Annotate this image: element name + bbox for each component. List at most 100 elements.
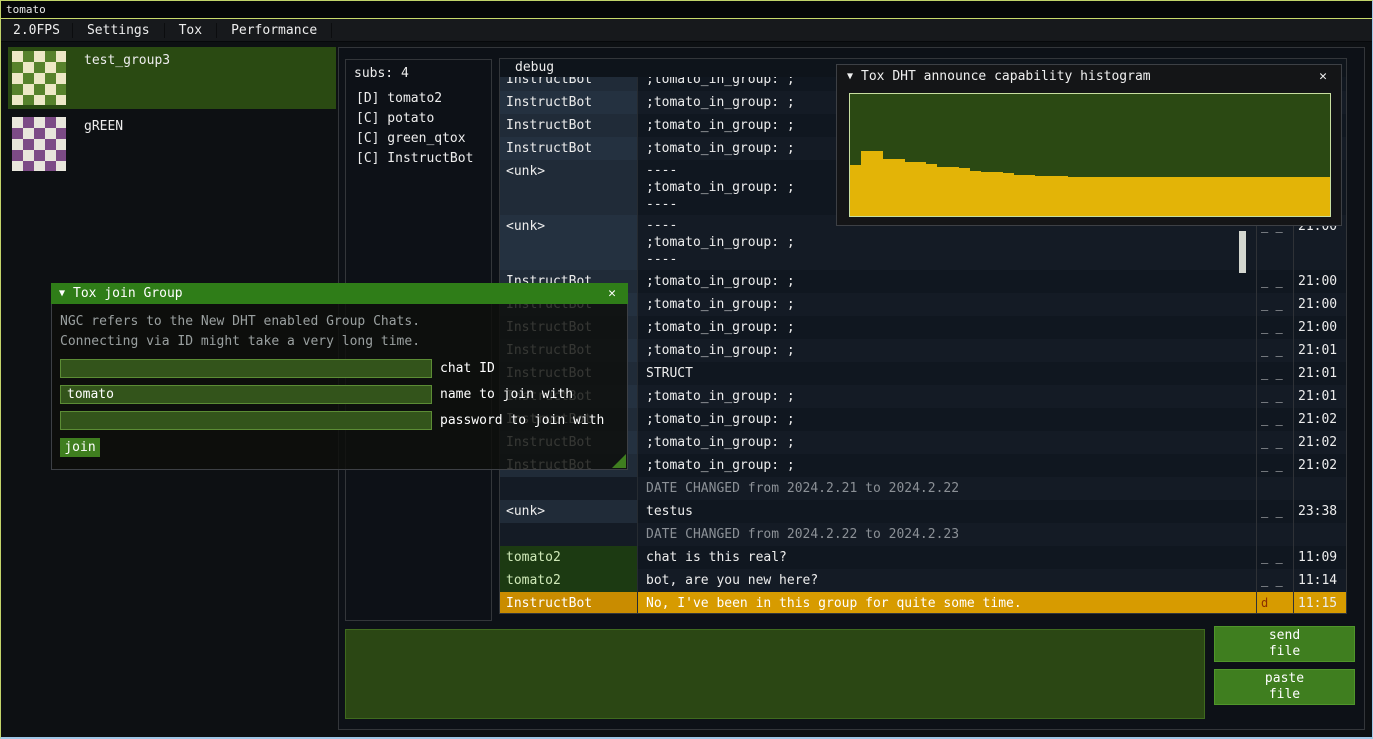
chat-message-time: 21:00 <box>1293 270 1346 293</box>
chat-message-text: ;tomato_in_group: ; <box>637 385 1256 408</box>
menu-item-tox[interactable]: Tox <box>165 23 217 38</box>
chat-message-time <box>1293 523 1346 546</box>
chat-id-label: chat ID <box>440 361 495 376</box>
histogram-bar <box>992 172 1003 216</box>
member-item[interactable]: [D] tomato2 <box>346 89 491 109</box>
member-item[interactable]: [C] InstructBot <box>346 149 491 169</box>
histogram-bar <box>1297 177 1308 216</box>
message-input[interactable] <box>345 629 1205 719</box>
histogram-bar <box>926 164 937 216</box>
chat-message-text: chat is this real? <box>637 546 1256 569</box>
chat-row[interactable]: DATE CHANGED from 2024.2.22 to 2024.2.23 <box>500 523 1346 546</box>
histogram-bar <box>1221 177 1232 216</box>
chat-row[interactable]: tomato2 bot, are you new here? _ _ 11:14 <box>500 569 1346 592</box>
join-password-label: password to join with <box>440 413 604 428</box>
chat-row[interactable]: DATE CHANGED from 2024.2.21 to 2024.2.22 <box>500 477 1346 500</box>
window-titlebar[interactable]: tomato <box>1 1 1372 19</box>
chat-message-status: _ _ <box>1256 431 1293 454</box>
chat-message-text: bot, are you new here? <box>637 569 1256 592</box>
dht-histogram-title: Tox DHT announce capability histogram <box>861 69 1151 84</box>
chat-message-status: _ _ <box>1256 270 1293 293</box>
chat-row[interactable]: tomato2 chat is this real? _ _ 11:09 <box>500 546 1346 569</box>
histogram-bar <box>1014 175 1025 216</box>
join-group-title: Tox join Group <box>73 286 183 301</box>
collapse-icon[interactable]: ▼ <box>59 288 65 299</box>
histogram-bar <box>1155 177 1166 216</box>
histogram-bar <box>1057 176 1068 216</box>
histogram-bar <box>1046 176 1057 216</box>
chat-message-status: _ _ <box>1256 454 1293 477</box>
chat-message-time: 21:00 <box>1293 293 1346 316</box>
member-item[interactable]: [C] green_qtox <box>346 129 491 149</box>
chat-message-status: d <box>1256 592 1293 614</box>
histogram-bar <box>1068 177 1079 216</box>
group-item-gREEN[interactable]: gREEN <box>8 113 336 175</box>
histogram-bar <box>1254 177 1265 216</box>
histogram-bar <box>1199 177 1210 216</box>
chat-message-time: 21:02 <box>1293 408 1346 431</box>
menu-item-performance[interactable]: Performance <box>217 23 332 38</box>
group-item-test_group3[interactable]: test_group3 <box>8 47 336 109</box>
histogram-bar <box>1188 177 1199 216</box>
subs-count-label: subs: 4 <box>346 60 491 89</box>
resize-grip-icon[interactable] <box>612 454 626 468</box>
histogram-bar <box>883 159 894 216</box>
histogram-bar <box>937 167 948 216</box>
chat-row[interactable]: <unk> testus _ _ 23:38 <box>500 500 1346 523</box>
close-icon[interactable]: ✕ <box>604 286 620 301</box>
histogram-bar <box>981 172 992 216</box>
chat-scrollbar-thumb[interactable] <box>1239 231 1246 273</box>
chat-message-status: _ _ <box>1256 316 1293 339</box>
close-icon[interactable]: ✕ <box>1315 69 1331 84</box>
fps-counter: 2.0FPS <box>1 23 73 38</box>
histogram-bar <box>948 167 959 216</box>
chat-message-time: 21:01 <box>1293 339 1346 362</box>
join-group-titlebar[interactable]: ▼ Tox join Group ✕ <box>51 283 628 304</box>
menu-item-settings[interactable]: Settings <box>73 23 165 38</box>
send-file-button[interactable]: send file <box>1214 626 1355 662</box>
member-list: [D] tomato2[C] potato[C] green_qtox[C] I… <box>346 89 491 169</box>
chat-message-text: ;tomato_in_group: ; <box>637 454 1256 477</box>
histogram-bar <box>1166 177 1177 216</box>
group-name: gREEN <box>70 113 123 134</box>
chat-sender-name: tomato2 <box>500 546 637 569</box>
menubar: 2.0FPS SettingsToxPerformance <box>1 19 1372 42</box>
histogram-bar <box>1134 177 1145 216</box>
member-item[interactable]: [C] potato <box>346 109 491 129</box>
chat-message-time: 11:15 <box>1293 592 1346 614</box>
join-button[interactable]: join <box>60 438 100 457</box>
histogram-bar <box>1101 177 1112 216</box>
join-group-dialog: ▼ Tox join Group ✕ NGC refers to the New… <box>51 283 628 470</box>
histogram-bar <box>1035 176 1046 216</box>
join-password-input[interactable] <box>60 411 432 430</box>
chat-message-text: ;tomato_in_group: ; <box>637 408 1256 431</box>
chat-message-status: _ _ <box>1256 408 1293 431</box>
dht-histogram-titlebar[interactable]: ▼ Tox DHT announce capability histogram … <box>837 65 1341 87</box>
group-sidebar: test_group3 gREEN <box>8 47 336 179</box>
chat-message-status: _ _ <box>1256 362 1293 385</box>
chat-id-input[interactable] <box>60 359 432 378</box>
chat-row[interactable]: InstructBot No, I've been in this group … <box>500 592 1346 614</box>
histogram-bar <box>1264 177 1275 216</box>
histogram-bar <box>1286 177 1297 216</box>
chat-message-status <box>1256 523 1293 546</box>
histogram-bar <box>861 151 872 216</box>
chat-sender-name: <unk> <box>500 215 637 270</box>
histogram-bar <box>1275 177 1286 216</box>
chat-message-text: ;tomato_in_group: ; <box>637 293 1256 316</box>
histogram-bar <box>1308 177 1319 216</box>
histogram-bar <box>1232 177 1243 216</box>
window-title: tomato <box>6 3 46 16</box>
group-avatar <box>12 117 66 171</box>
histogram-bar <box>1210 177 1221 216</box>
chat-message-time: 11:09 <box>1293 546 1346 569</box>
chat-message-time: 21:02 <box>1293 431 1346 454</box>
group-avatar <box>12 51 66 105</box>
chat-message-time: 21:00 <box>1293 316 1346 339</box>
paste-file-button[interactable]: paste file <box>1214 669 1355 705</box>
chat-sender-name: <unk> <box>500 160 637 215</box>
join-name-input[interactable]: tomato <box>60 385 432 404</box>
histogram-bar <box>1144 177 1155 216</box>
chat-message-text: ;tomato_in_group: ; <box>637 431 1256 454</box>
collapse-icon[interactable]: ▼ <box>847 71 853 82</box>
